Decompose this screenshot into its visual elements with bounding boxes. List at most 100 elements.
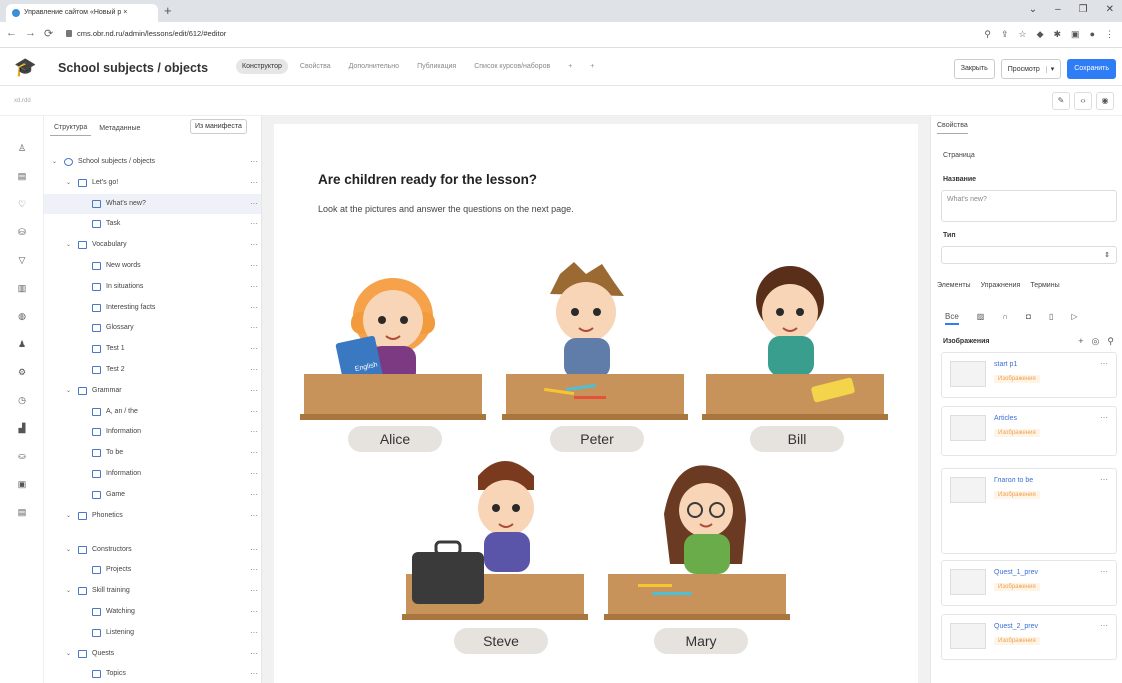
image-card-title[interactable]: Quest_2_prev (994, 623, 1038, 630)
url-field[interactable]: cms.obr.nd.ru/admin/lessons/edit/612/#ed… (66, 29, 226, 38)
more-icon[interactable]: ⋯ (250, 560, 258, 580)
image-card-title[interactable]: start p1 (994, 361, 1017, 368)
sidebar-icon[interactable]: ▣ (1071, 29, 1080, 40)
more-icon[interactable]: ⋯ (250, 464, 258, 484)
tree-page-item[interactable]: Test 2 ⋯ (44, 360, 261, 380)
cart-icon[interactable]: ▤ (16, 170, 28, 182)
name-field[interactable]: What's new? (941, 190, 1117, 222)
expand-toggle-icon[interactable]: ⌄ (52, 152, 57, 172)
tree-folder-item[interactable]: ⌄ Quests ⋯ (44, 644, 261, 664)
tree-page-item[interactable]: What's new? ⋯ (44, 193, 261, 214)
students-illustration[interactable]: English (274, 124, 918, 683)
new-tab-icon[interactable]: + (164, 3, 172, 18)
clock-icon[interactable]: ◷ (16, 394, 28, 406)
bookmark-star-icon[interactable]: ☆ (1019, 29, 1027, 40)
settings-icon[interactable]: ⚙ (16, 366, 28, 378)
expand-toggle-icon[interactable]: ⌄ (66, 173, 71, 193)
tree-page-item[interactable]: Information ⋯ (44, 464, 261, 484)
tab-elements[interactable]: Элементы (937, 282, 971, 289)
close-window-icon[interactable]: ✕ (1106, 4, 1114, 15)
image-card[interactable]: Articles Изображения ⋯ (941, 406, 1117, 456)
tree-page-item[interactable]: Topics ⋯ (44, 664, 261, 683)
tab-publication[interactable]: Публикация (411, 59, 462, 74)
tree-folder-item[interactable]: ⌄ Grammar ⋯ (44, 381, 261, 401)
edit-icon[interactable]: ✎ (1052, 92, 1070, 110)
tree-page-item[interactable]: A, an / the ⋯ (44, 402, 261, 422)
browser-tab[interactable]: Управление сайтом «Новый р × (6, 4, 158, 22)
tab-terms[interactable]: Термины (1030, 282, 1059, 289)
more-icon[interactable]: ⋯ (250, 318, 258, 338)
tree-page-item[interactable]: New words ⋯ (44, 256, 261, 276)
tree-folder-item[interactable]: ⌄ Skill training ⋯ (44, 581, 261, 601)
tree-page-item[interactable]: Test 1 ⋯ (44, 339, 261, 359)
add-icon[interactable]: + (1078, 336, 1083, 347)
tree-page-item[interactable]: In situations ⋯ (44, 277, 261, 297)
archive-icon[interactable]: ▣ (16, 478, 28, 490)
graduation-cap-icon[interactable]: 🎓 (14, 57, 36, 77)
preview-button[interactable]: Просмотр ▾ (1000, 59, 1062, 79)
eye-icon[interactable]: ◉ (1096, 92, 1114, 110)
tree-page-item[interactable]: Projects ⋯ (44, 560, 261, 580)
more-icon[interactable]: ⋯ (250, 194, 258, 214)
zoom-icon[interactable]: ⚲ (984, 29, 991, 40)
more-icon[interactable]: ⋯ (250, 360, 258, 380)
play-filter-icon[interactable]: ▷ (1071, 312, 1077, 325)
tab-search-icon[interactable]: ⌄ (1029, 4, 1037, 15)
more-icon[interactable]: ⋯ (250, 402, 258, 422)
users-icon[interactable]: ♟ (16, 338, 28, 350)
tree-page-item[interactable]: Game ⋯ (44, 485, 261, 505)
tab-structure[interactable]: Структура (50, 120, 92, 136)
menu-icon[interactable]: ⋮ (1105, 29, 1114, 40)
minimize-icon[interactable]: – (1055, 4, 1061, 15)
document-filter-icon[interactable]: ▯ (1049, 312, 1053, 325)
tab-properties-panel[interactable]: Свойства (937, 122, 968, 134)
image-card[interactable]: Quest_1_prev Изображения ⋯ (941, 560, 1117, 606)
more-icon[interactable]: ⋯ (250, 644, 258, 664)
puzzle-icon[interactable]: ✱ (1054, 29, 1062, 40)
image-card-title[interactable]: Quest_1_prev (994, 569, 1038, 576)
more-icon[interactable]: ⋯ (1100, 359, 1108, 368)
tab-properties[interactable]: Свойства (294, 59, 337, 74)
tree-folder-item[interactable]: ⌄ Vocabulary ⋯ (44, 235, 261, 255)
more-icon[interactable]: ⋯ (1100, 567, 1108, 576)
more-icon[interactable]: ⋯ (250, 173, 258, 193)
tree-page-item[interactable]: Information ⋯ (44, 422, 261, 442)
filter-icon[interactable]: ▽ (16, 254, 28, 266)
more-icon[interactable]: ⋯ (1100, 475, 1108, 484)
type-select[interactable]: ⇕ (941, 246, 1117, 264)
more-icon[interactable]: ⋯ (250, 214, 258, 234)
tree-page-item[interactable]: Watching ⋯ (44, 602, 261, 622)
share-icon[interactable]: ⇪ (1001, 29, 1009, 40)
tree-page-item[interactable]: To be ⋯ (44, 443, 261, 463)
heart-icon[interactable]: ♡ (16, 198, 28, 210)
audio-filter-icon[interactable]: ∩ (1002, 312, 1008, 325)
more-icon[interactable]: ⋯ (250, 256, 258, 276)
image-card-title[interactable]: Глагол to be (994, 477, 1033, 484)
more-icon[interactable]: ⋯ (250, 581, 258, 601)
save-button[interactable]: Сохранить (1067, 59, 1116, 79)
more-icon[interactable]: ⋯ (250, 235, 258, 255)
tree-page-item[interactable]: Task ⋯ (44, 214, 261, 234)
expand-toggle-icon[interactable]: ⌄ (66, 506, 71, 526)
book-icon[interactable]: ▥ (16, 282, 28, 294)
more-icon[interactable]: ⋯ (250, 602, 258, 622)
bucket-icon[interactable]: ⛁ (16, 226, 28, 238)
reload-icon[interactable]: ⟳ (44, 27, 53, 40)
more-icon[interactable]: ⋯ (250, 623, 258, 643)
tree-folder-item[interactable]: ⌄ Phonetics ⋯ (44, 506, 261, 526)
code-icon[interactable]: ‹› (1074, 92, 1092, 110)
tab-exercises[interactable]: Упражнения (981, 282, 1021, 289)
image-filter-icon[interactable]: ▨ (977, 312, 985, 325)
restore-icon[interactable]: ❐ (1079, 4, 1088, 15)
search-icon[interactable]: ⚲ (1107, 336, 1114, 347)
database-icon[interactable]: ⛀ (16, 450, 28, 462)
expand-toggle-icon[interactable]: ⌄ (66, 235, 71, 255)
more-icon[interactable]: ⋯ (250, 443, 258, 463)
tab-add-2[interactable]: + (584, 59, 600, 74)
expand-toggle-icon[interactable]: ⌄ (66, 581, 71, 601)
filter-all[interactable]: Все (945, 312, 959, 325)
chart-icon[interactable]: ▟ (16, 422, 28, 434)
user-icon[interactable]: ♙ (16, 142, 28, 154)
tree-page-item[interactable]: Interesting facts ⋯ (44, 298, 261, 318)
more-icon[interactable]: ⋯ (250, 664, 258, 683)
